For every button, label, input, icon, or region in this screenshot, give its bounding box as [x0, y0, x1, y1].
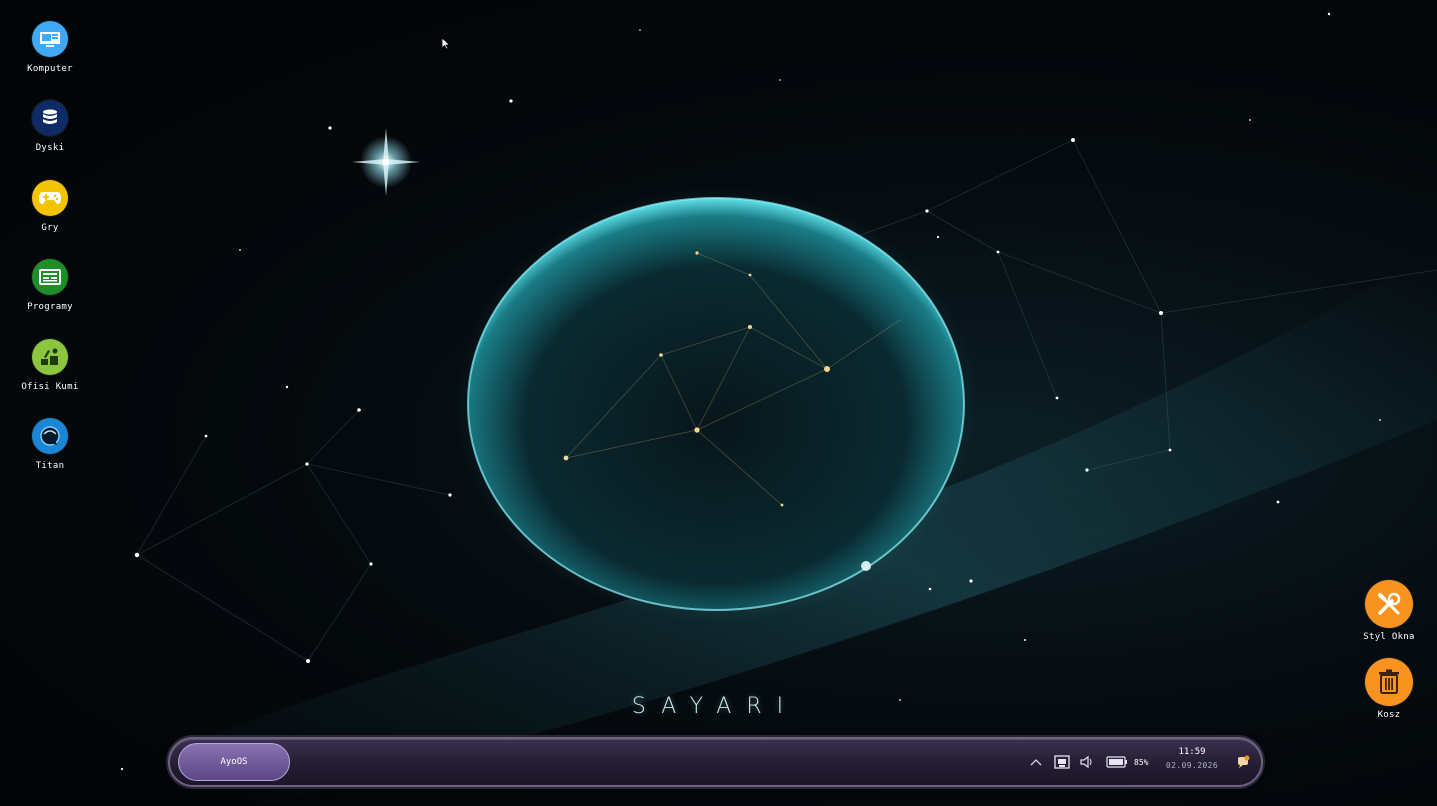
- desktop-icon-kosz[interactable]: Kosz: [1349, 658, 1429, 720]
- speaker-icon: [1080, 755, 1092, 769]
- office-icon: [32, 339, 68, 375]
- desktop-icon-titan[interactable]: Titan: [10, 418, 90, 471]
- desktop-icon-dyski[interactable]: Dyski: [10, 100, 90, 153]
- desktop-icon-label: Dyski: [35, 143, 65, 153]
- battery-button[interactable]: 85%: [1106, 739, 1148, 785]
- volume-button[interactable]: [1080, 739, 1094, 785]
- programs-icon: [32, 259, 68, 295]
- desktop-icon-label: Ofisi Kumi: [21, 382, 79, 392]
- desktop-icon-programy[interactable]: Programy: [10, 259, 90, 312]
- notification-icon: [1238, 755, 1250, 768]
- disks-icon: [32, 100, 68, 136]
- chevron-up-icon: [1030, 759, 1042, 766]
- tools-icon: [1365, 580, 1413, 628]
- desktop-icon-gry[interactable]: Gry: [10, 180, 90, 233]
- taskbar: AyoOS 85% 11:59 02.09.2026: [168, 737, 1263, 787]
- desktop-icon-label: Kosz: [1377, 710, 1401, 720]
- desktop-icon-styl-okna[interactable]: Styl Okna: [1349, 580, 1429, 642]
- desktop-icon-label: Komputer: [27, 64, 73, 74]
- clock-time: 11:59: [1178, 747, 1206, 757]
- desktop-icon-label: Styl Okna: [1363, 632, 1415, 642]
- network-button[interactable]: [1054, 739, 1070, 785]
- notifications-button[interactable]: [1236, 739, 1250, 785]
- trash-icon: [1365, 658, 1413, 706]
- desktop-icon-ofisi-kumi[interactable]: Ofisi Kumi: [10, 339, 90, 392]
- network-icon: [1054, 755, 1070, 769]
- desktop-icon-komputer[interactable]: Komputer: [10, 21, 90, 74]
- tray-overflow-button[interactable]: [1030, 739, 1042, 785]
- titan-icon: [32, 418, 68, 454]
- gamepad-icon: [32, 180, 68, 216]
- desktop-icon-label: Gry: [41, 223, 59, 233]
- mouse-cursor-icon: [441, 37, 451, 50]
- desktop-icon-label: Titan: [35, 461, 65, 471]
- wallpaper-brand-text: SAYARI: [631, 694, 799, 719]
- clock-date: 02.09.2026: [1165, 761, 1219, 770]
- wallpaper: [120, 12, 1437, 806]
- start-button[interactable]: AyoOS: [178, 743, 290, 781]
- battery-icon: [1106, 756, 1127, 768]
- battery-percent: 85%: [1134, 757, 1149, 767]
- desktop-icon-label: Programy: [27, 302, 73, 312]
- clock[interactable]: 11:59 02.09.2026: [1156, 747, 1228, 770]
- computer-icon: [32, 21, 68, 57]
